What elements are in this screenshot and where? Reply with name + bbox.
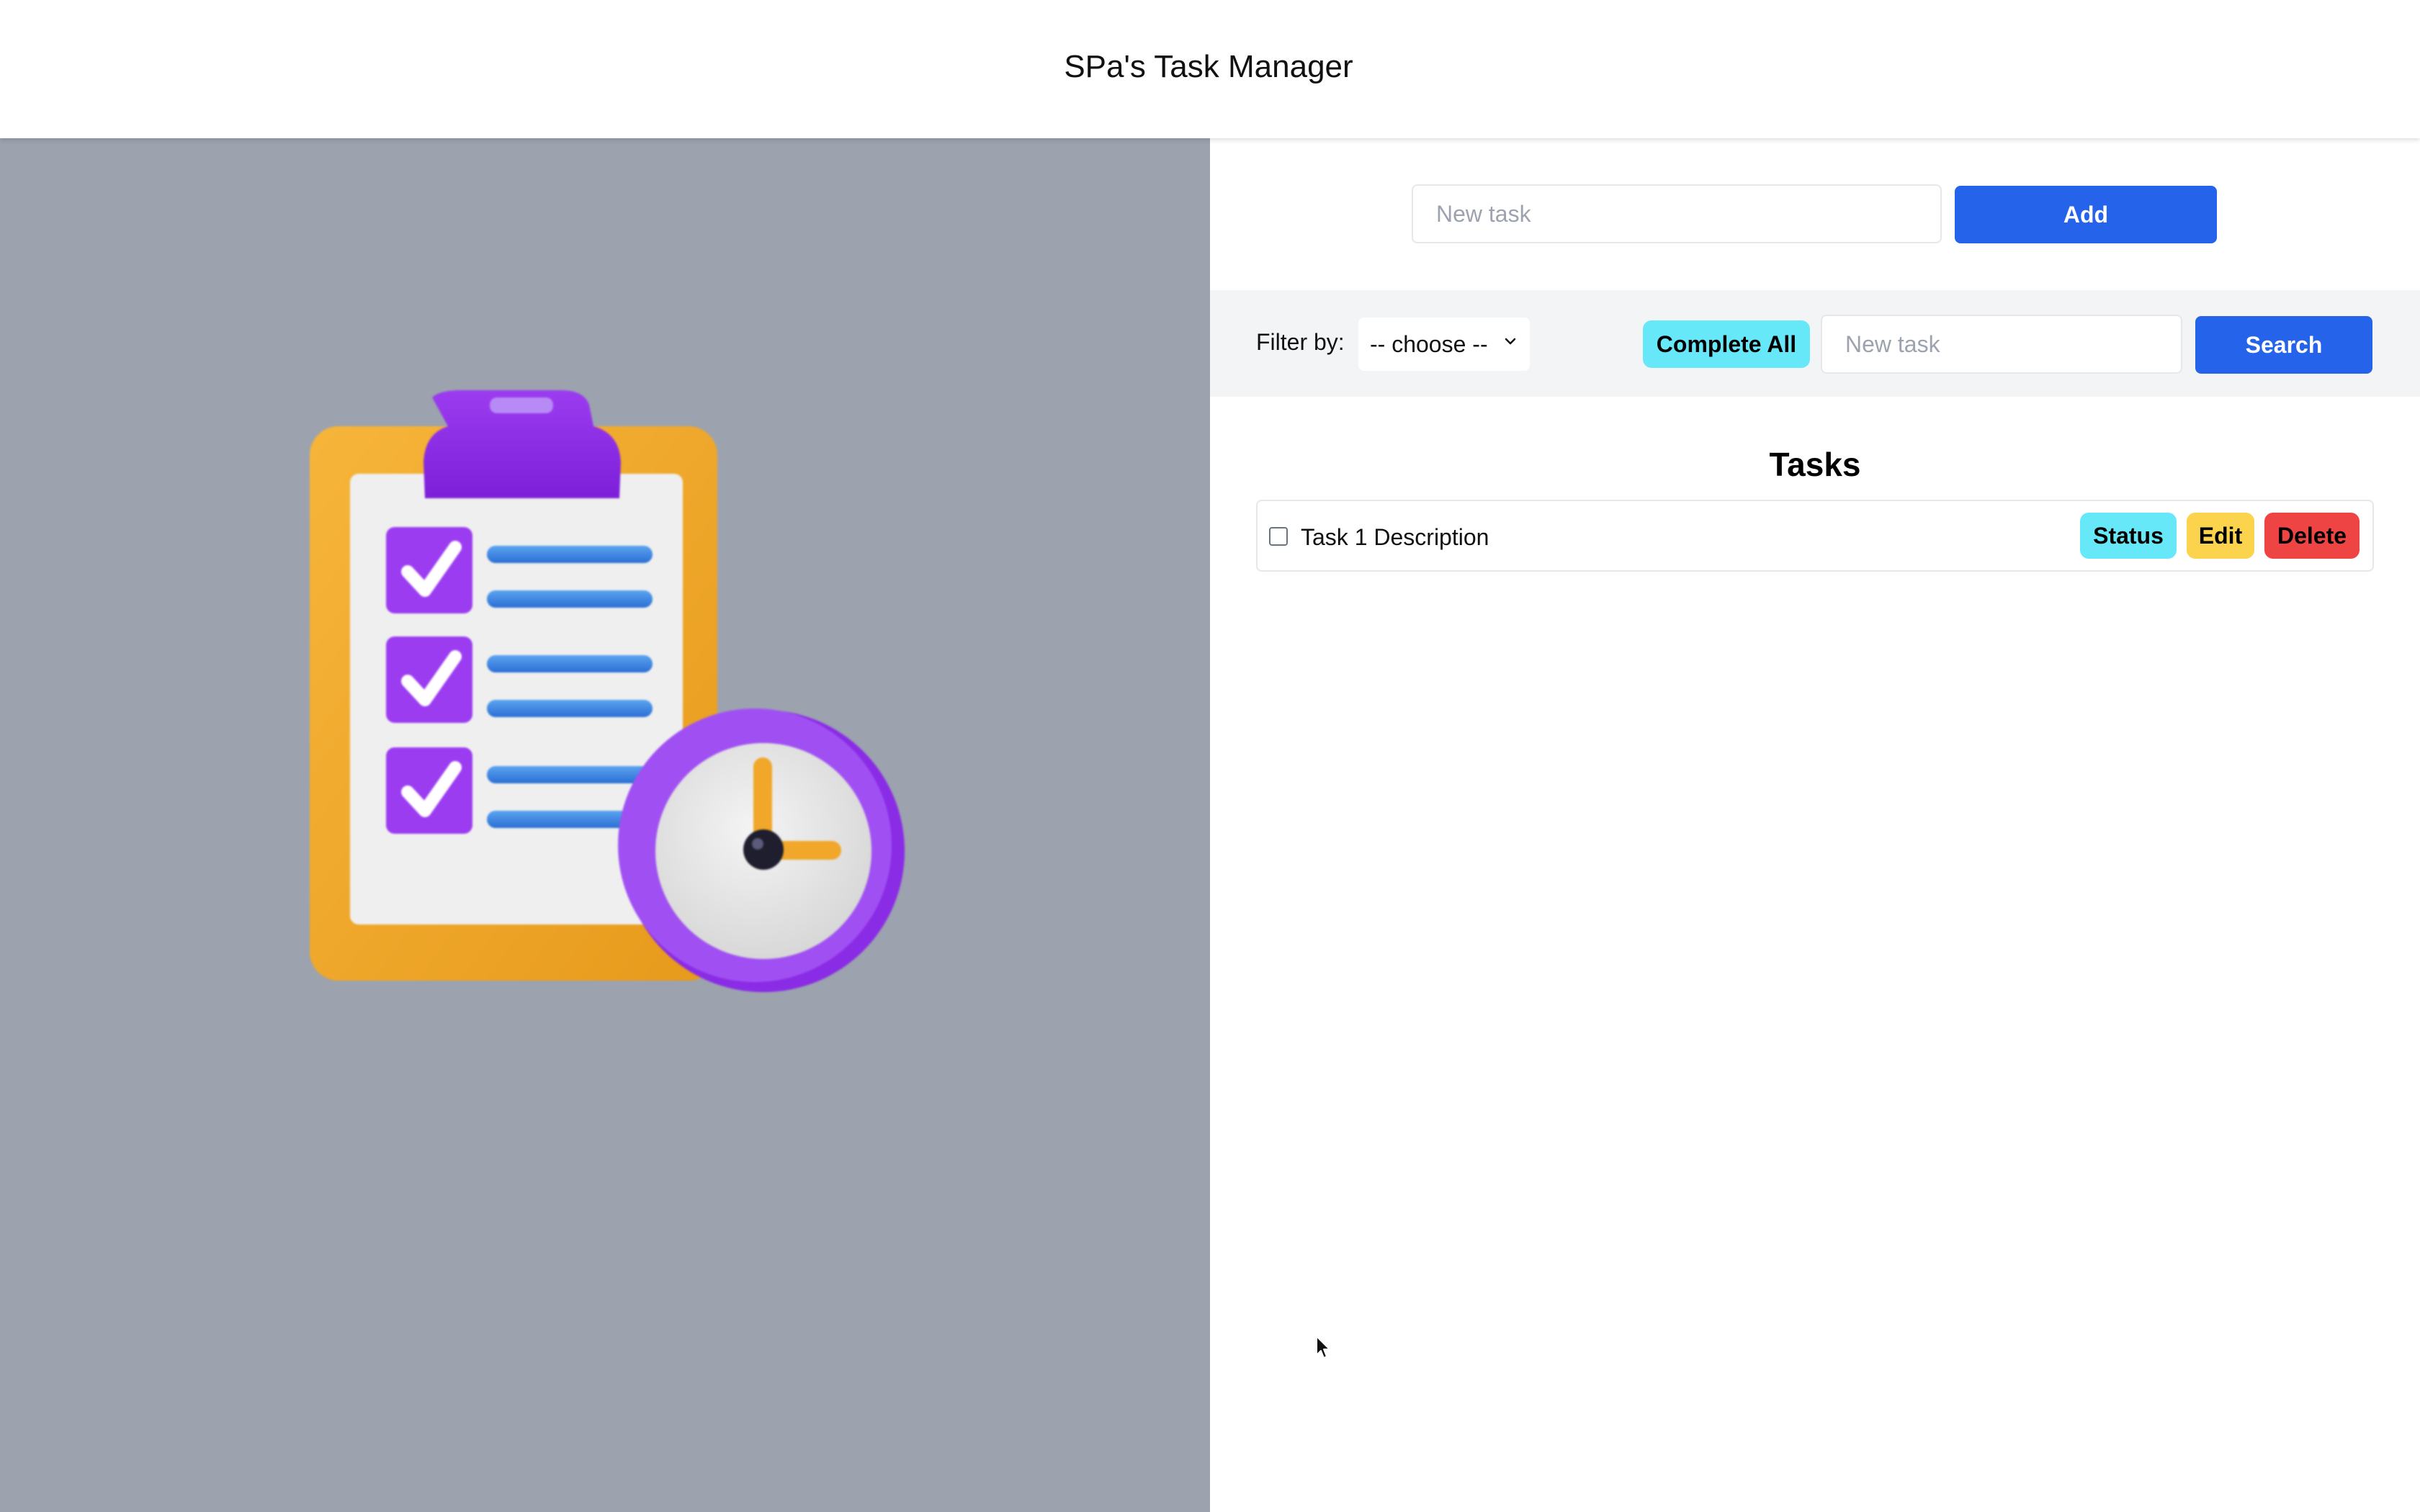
task-manager-page: SPa's Task Manager New task Add Filter b… [0,0,2420,1512]
app-header: SPa's Task Manager [0,0,2420,138]
task-edit-button[interactable]: Edit [2187,513,2254,559]
task-description: Task 1 Description [1301,524,1489,550]
task-item: Task 1 Description Status Edit Delete [1256,500,2374,572]
filter-bar: Filter by: -- choose -- Complete All Sea… [1210,290,2420,397]
filter-select[interactable]: -- choose -- [1358,318,1530,371]
add-task-button[interactable]: Add [1955,186,2217,243]
chevron-down-icon [1505,338,1516,345]
search-button[interactable]: Search [2195,316,2372,374]
add-task-row: Add [1210,138,2420,289]
search-input[interactable] [1821,315,2182,374]
task-panel: Add Filter by: -- choose -- Complete All… [1210,138,2420,1512]
illustration-panel [0,138,1210,1512]
tasks-heading: Tasks [1769,446,1861,483]
filter-label: Filter by: [1256,329,1345,355]
app-title: SPa's Task Manager [1064,49,1353,84]
filter-select-value: -- choose -- [1370,330,1488,357]
mouse-cursor-icon [1316,1336,1330,1359]
task-checkbox[interactable] [1269,527,1288,546]
task-delete-button[interactable]: Delete [2264,513,2360,559]
complete-all-button[interactable]: Complete All [1643,320,1810,368]
clipboard-checklist-clock-icon [310,390,905,992]
task-list: Task 1 Description Status Edit Delete [1256,500,2374,572]
task-status-button[interactable]: Status [2080,513,2177,559]
new-task-input[interactable] [1412,184,1942,243]
